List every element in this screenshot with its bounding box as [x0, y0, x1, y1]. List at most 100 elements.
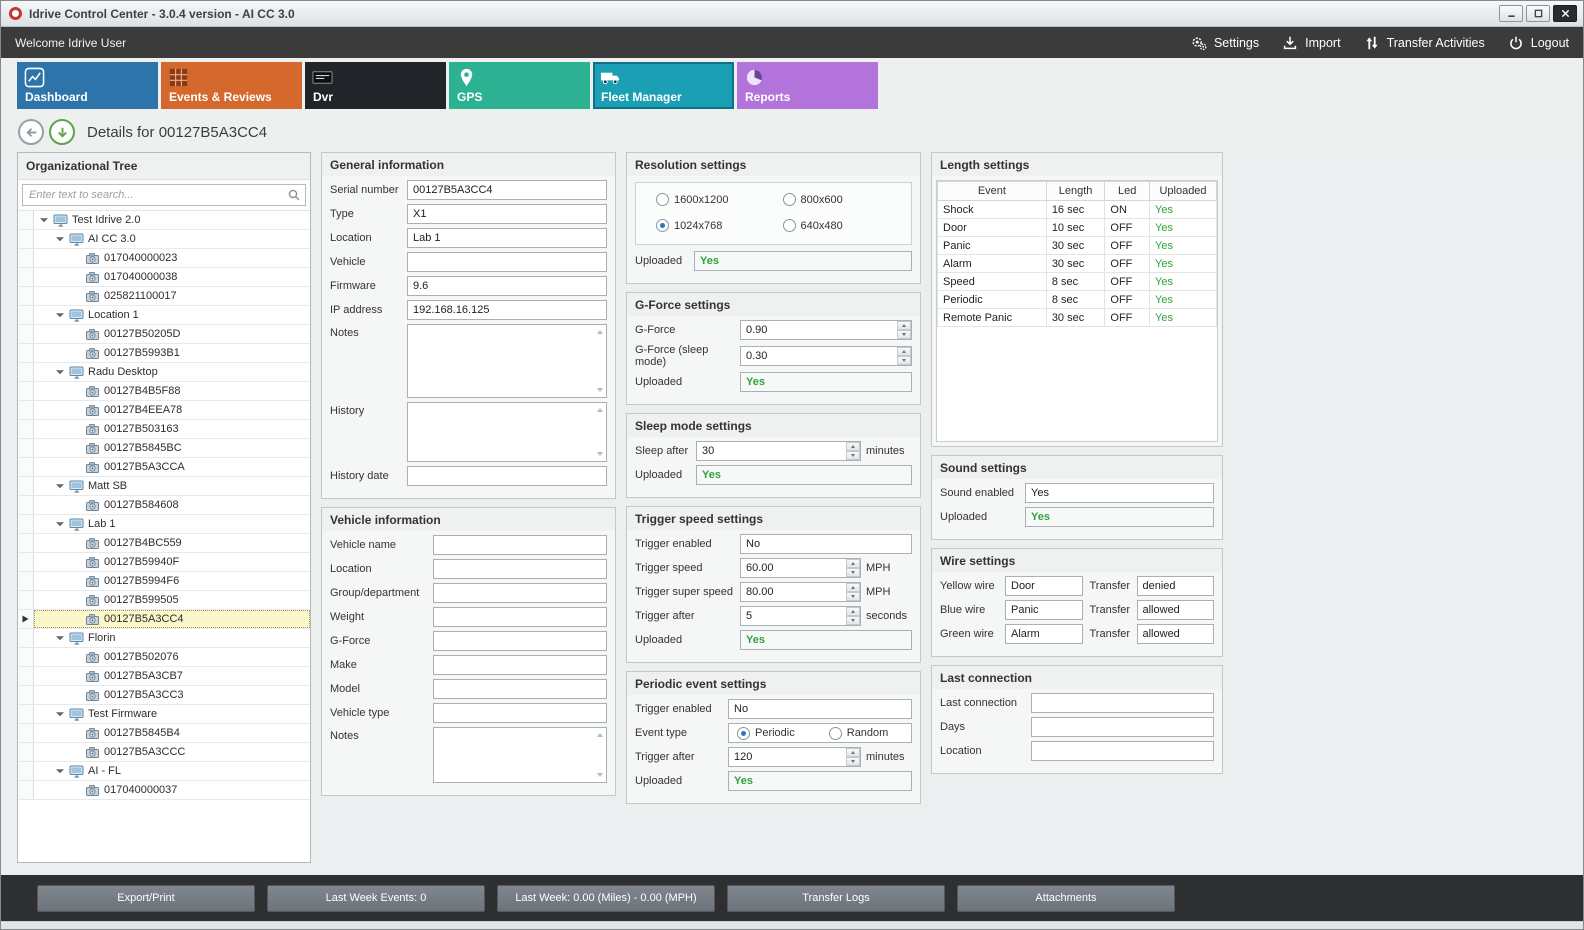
vehicle-name-input[interactable] [433, 535, 607, 555]
event-row-periodic[interactable]: Periodic8 secOFFYes [938, 291, 1217, 309]
uploaded-input[interactable] [740, 630, 912, 650]
vehicle-input[interactable] [407, 252, 607, 272]
g-force-input[interactable] [740, 320, 912, 340]
uploaded-input[interactable] [696, 465, 912, 485]
radio-option-800x600[interactable]: 800x600 [783, 193, 904, 206]
download-button[interactable] [49, 119, 75, 145]
location-input[interactable] [433, 559, 607, 579]
type-input[interactable] [407, 204, 607, 224]
tree-device-00127b4bc559[interactable]: 00127B4BC559 [18, 534, 310, 553]
tree-group-test-idrive-2-0[interactable]: Test Idrive 2.0 [18, 211, 310, 230]
spinner-buttons[interactable] [846, 607, 860, 625]
tree-group-matt-sb[interactable]: Matt SB [18, 477, 310, 496]
days-input[interactable] [1031, 717, 1214, 737]
column-header-uploaded[interactable]: Uploaded [1150, 182, 1217, 201]
tree-expander-icon[interactable] [54, 520, 66, 528]
location-input[interactable] [407, 228, 607, 248]
tree-search-input[interactable] [22, 184, 306, 206]
green-wire-input[interactable] [1005, 624, 1083, 644]
g-force-sleep-mode-input[interactable] [740, 346, 912, 366]
tree-expander-icon[interactable] [54, 482, 66, 490]
tree-expander-icon[interactable] [54, 235, 66, 243]
vehicle-type-input[interactable] [433, 703, 607, 723]
back-button[interactable] [18, 119, 44, 145]
trigger-enabled-input[interactable] [740, 534, 912, 554]
event-row-speed[interactable]: Speed8 secOFFYes [938, 273, 1217, 291]
last-week-events-0-button[interactable]: Last Week Events: 0 [267, 885, 485, 912]
column-header-led[interactable]: Led [1105, 182, 1150, 201]
import-button[interactable]: Import [1281, 34, 1340, 52]
tree-device-00127b5a3cca[interactable]: 00127B5A3CCA [18, 458, 310, 477]
tree-device-00127b4eea78[interactable]: 00127B4EEA78 [18, 401, 310, 420]
model-input[interactable] [433, 679, 607, 699]
sound-enabled-input[interactable] [1025, 483, 1214, 503]
trigger-speed-input[interactable] [740, 558, 861, 578]
tree-device-00127b5845b4[interactable]: 00127B5845B4 [18, 724, 310, 743]
tree-group-radu-desktop[interactable]: Radu Desktop [18, 363, 310, 382]
tree-device-00127b599505[interactable]: 00127B599505 [18, 591, 310, 610]
tree-group-test-firmware[interactable]: Test Firmware [18, 705, 310, 724]
last-connection-input[interactable] [1031, 693, 1214, 713]
blue-wire-input[interactable] [1005, 600, 1083, 620]
tree-device-00127b5a3cc4[interactable]: 00127B5A3CC4 [18, 610, 310, 629]
uploaded-input[interactable] [1025, 507, 1214, 527]
tree-device-00127b5993b1[interactable]: 00127B5993B1 [18, 344, 310, 363]
tree-group-ai-fl[interactable]: AI - FL [18, 762, 310, 781]
tree-device-017040000038[interactable]: 017040000038 [18, 268, 310, 287]
tree-device-00127b5994f6[interactable]: 00127B5994F6 [18, 572, 310, 591]
g-force-input[interactable] [433, 631, 607, 651]
trigger-after-input[interactable] [728, 747, 861, 767]
radio-option-1600x1200[interactable]: 1600x1200 [656, 193, 777, 206]
tree-device-00127b503163[interactable]: 00127B503163 [18, 420, 310, 439]
maximize-button[interactable] [1526, 5, 1550, 22]
tree-expander-icon[interactable] [38, 216, 50, 224]
sleep-after-input[interactable] [696, 441, 861, 461]
tree-device-00127b50205d[interactable]: 00127B50205D [18, 325, 310, 344]
tree-device-00127b5a3cc3[interactable]: 00127B5A3CC3 [18, 686, 310, 705]
spinner-buttons[interactable] [897, 347, 911, 365]
tree-group-ai-cc-3-0[interactable]: AI CC 3.0 [18, 230, 310, 249]
radio-option-1024x768[interactable]: 1024x768 [656, 219, 777, 232]
tree-device-00127b5a3ccc[interactable]: 00127B5A3CCC [18, 743, 310, 762]
tree-expander-icon[interactable] [54, 767, 66, 775]
green-wire-transfer-input[interactable] [1137, 624, 1215, 644]
event-row-alarm[interactable]: Alarm30 secOFFYes [938, 255, 1217, 273]
blue-wire-transfer-input[interactable] [1137, 600, 1215, 620]
spinner-buttons[interactable] [846, 442, 860, 460]
tab-gps[interactable]: GPS [449, 62, 590, 109]
event-row-shock[interactable]: Shock16 secONYes [938, 201, 1217, 219]
firmware-input[interactable] [407, 276, 607, 296]
trigger-after-input[interactable] [740, 606, 861, 626]
export-print-button[interactable]: Export/Print [37, 885, 255, 912]
make-input[interactable] [433, 655, 607, 675]
yellow-wire-input[interactable] [1005, 576, 1083, 596]
radio-option-random[interactable]: Random [829, 727, 889, 740]
tree-device-00127b5845bc[interactable]: 00127B5845BC [18, 439, 310, 458]
location-input[interactable] [1031, 741, 1214, 761]
history-date-input[interactable] [407, 466, 607, 486]
column-header-event[interactable]: Event [938, 182, 1047, 201]
tree-device-025821100017[interactable]: 025821100017 [18, 287, 310, 306]
event-row-door[interactable]: Door10 secOFFYes [938, 219, 1217, 237]
last-week-0-00-miles-0-00-mph-button[interactable]: Last Week: 0.00 (Miles) - 0.00 (MPH) [497, 885, 715, 912]
transfer-logs-button[interactable]: Transfer Logs [727, 885, 945, 912]
radio-option-periodic[interactable]: Periodic [737, 727, 795, 740]
spinner-buttons[interactable] [846, 583, 860, 601]
tree-device-00127b584608[interactable]: 00127B584608 [18, 496, 310, 515]
attachments-button[interactable]: Attachments [957, 885, 1175, 912]
transfer-activities-button[interactable]: Transfer Activities [1363, 34, 1485, 52]
tree-expander-icon[interactable] [54, 368, 66, 376]
tab-fleet-manager[interactable]: Fleet Manager [593, 62, 734, 109]
uploaded-input[interactable] [694, 251, 912, 271]
tree-expander-icon[interactable] [54, 311, 66, 319]
tree-device-00127b59940f[interactable]: 00127B59940F [18, 553, 310, 572]
serial-number-input[interactable] [407, 180, 607, 200]
event-row-panic[interactable]: Panic30 secOFFYes [938, 237, 1217, 255]
tab-dashboard[interactable]: Dashboard [17, 62, 158, 109]
logout-button[interactable]: Logout [1507, 34, 1569, 52]
spinner-buttons[interactable] [846, 559, 860, 577]
notes-input[interactable] [433, 727, 607, 783]
tree-device-00127b5a3cb7[interactable]: 00127B5A3CB7 [18, 667, 310, 686]
trigger-enabled-input[interactable] [728, 699, 912, 719]
notes-input[interactable] [407, 324, 607, 398]
